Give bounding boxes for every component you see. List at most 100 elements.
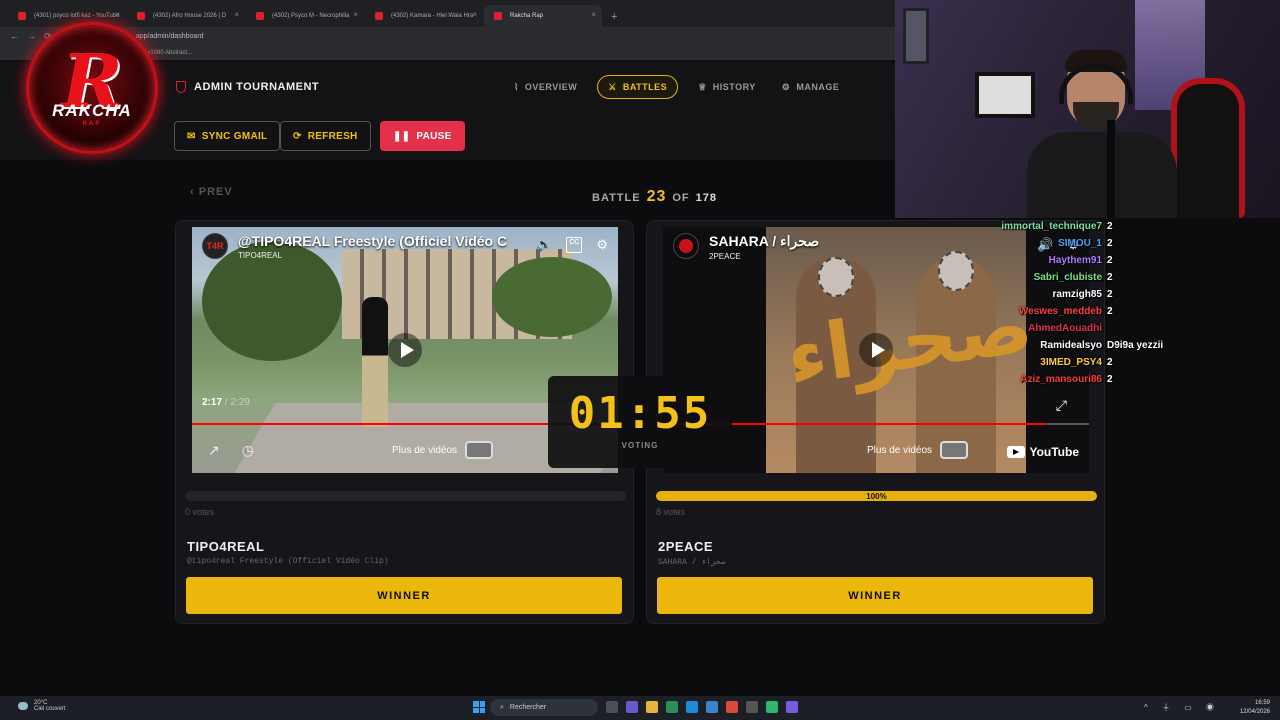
vote-progress-fill: 100% (656, 491, 1097, 501)
channel-name[interactable]: 2PEACE (709, 252, 819, 261)
close-tab-icon[interactable]: × (591, 10, 596, 19)
video-title[interactable]: @TIPO4REAL Freestyle (Officiel Vidéo C (238, 233, 507, 249)
speedometer-icon[interactable] (746, 701, 758, 713)
bookmark-item[interactable]: 1x1080 Abstract... (144, 50, 192, 56)
video-time: 2:17 / 2:29 (202, 397, 250, 408)
stream-chat-overlay: immortal_technique7 2 SIMOU_1 2 Haythem91 2 Sa… (996, 218, 1176, 388)
new-tab-button[interactable]: + (603, 11, 625, 27)
channel-avatar[interactable] (673, 233, 699, 259)
windows-taskbar: 20°C Ciel couvert ⌕ Rechercher ^ ⏚ ▭ ◉ 16:… (0, 696, 1280, 720)
browser-tabstrip: (4301) psyco lotfi kaz - YouTube × (4302)… (0, 0, 895, 27)
discord-icon[interactable] (786, 701, 798, 713)
main-nav: ⌇ OVERVIEW ⚔ BATTLES ♕ HISTORY ⚙ MANAGE (508, 75, 845, 99)
chat-message: Haythem91 2 (996, 252, 1176, 269)
cloud-icon (18, 702, 28, 710)
edge-icon[interactable] (686, 701, 698, 713)
youtube-icon (1007, 446, 1026, 458)
system-tray[interactable]: ^ ⏚ ▭ ◉ (1144, 702, 1220, 713)
pause-button[interactable]: ❚❚ PAUSE (380, 121, 465, 151)
browser-tab-active[interactable]: Rakcha Rap × (484, 5, 602, 27)
chat-text: 2 (1107, 289, 1113, 300)
chat-message: Sabri_clubiste 2 (996, 269, 1176, 286)
contestant-subtitle: SAHARA / صحراء (658, 558, 726, 567)
admin-title-text: ADMIN TOURNAMENT (194, 81, 320, 93)
nav-history[interactable]: ♕ HISTORY (692, 75, 762, 99)
file-explorer-icon[interactable] (646, 701, 658, 713)
windows-start-icon[interactable] (473, 701, 485, 713)
browser-tab[interactable]: (4302) Afro House 2026 | D × (127, 5, 245, 27)
mail-icon: ✉ (187, 130, 196, 142)
play-button[interactable] (388, 333, 422, 367)
close-tab-icon[interactable]: × (234, 10, 239, 19)
fullscreen-icon[interactable]: ⤢ (1056, 397, 1067, 414)
app-icon[interactable] (766, 701, 778, 713)
task-view-icon[interactable] (606, 701, 618, 713)
captions-icon[interactable]: CC (566, 237, 583, 253)
logo-name: RAKCHA (52, 101, 132, 120)
channel-avatar[interactable]: T4R (202, 233, 228, 259)
chat-text: 2 (1107, 221, 1113, 232)
chat-username: Weswes_meddeb (1018, 306, 1102, 317)
volume-icon[interactable]: 🔊 (536, 237, 552, 253)
address-text: ...app/admin/dashboard (130, 32, 204, 40)
youtube-favicon-icon (375, 12, 383, 20)
chat-message: AhmedAouadhi (996, 320, 1176, 337)
more-videos-button[interactable]: Plus de vidéos (392, 441, 494, 459)
chat-username: ramzigh85 (1052, 289, 1102, 300)
store-icon[interactable] (666, 701, 678, 713)
contestant-subtitle: @tipo4real Freestyle (Officiel Vidéo Cli… (187, 557, 389, 566)
contestant-name: 2PEACE (658, 539, 714, 554)
taskbar-search[interactable]: ⌕ Rechercher (490, 699, 598, 716)
chat-message: 3IMED_PSY4 2 (996, 354, 1176, 371)
chat-message: Ramidealsyo D9i9a yezzii (996, 337, 1176, 354)
battle-current: 23 (646, 188, 667, 205)
taskbar-clock[interactable]: 16:59 12/04/2026 (1240, 699, 1270, 717)
play-button[interactable] (859, 333, 893, 367)
close-tab-icon[interactable]: × (115, 10, 120, 19)
sync-gmail-button[interactable]: ✉ SYNC GMAIL (174, 121, 281, 151)
watch-later-icon[interactable]: ◷ (242, 442, 254, 459)
refresh-button[interactable]: ⟳ REFRESH (280, 121, 371, 151)
trophy-icon: ♕ (698, 81, 707, 92)
streamer-webcam (895, 0, 1280, 218)
chat-message: ramzigh85 2 (996, 286, 1176, 303)
chat-message: immortal_technique7 2 (996, 218, 1176, 235)
refresh-icon: ⟳ (293, 130, 302, 142)
winner-button[interactable]: WINNER (186, 577, 622, 614)
share-icon[interactable]: ↗ (208, 442, 220, 459)
video-title[interactable]: SAHARA / صحراء (709, 233, 819, 250)
activity-icon: ⌇ (514, 81, 519, 92)
youtube-favicon-icon (18, 12, 26, 20)
chrome-icon[interactable] (726, 701, 738, 713)
teams-icon[interactable] (626, 701, 638, 713)
chat-text: 2 (1107, 306, 1113, 317)
mail-app-icon[interactable] (706, 701, 718, 713)
prev-battle-button[interactable]: ‹ PREV (190, 186, 233, 198)
logo-sub: RAP (82, 121, 102, 127)
nav-manage[interactable]: ⚙ MANAGE (776, 75, 846, 99)
chat-text: 2 (1107, 272, 1113, 283)
nav-overview[interactable]: ⌇ OVERVIEW (508, 75, 583, 99)
gear-icon: ⚙ (781, 81, 791, 92)
close-tab-icon[interactable]: × (353, 10, 358, 19)
settings-gear-icon[interactable]: ⚙ (596, 237, 608, 253)
browser-tab[interactable]: (4302) Psyco M - Necrophilia × (246, 5, 364, 27)
more-videos-button[interactable]: Plus de vidéos (867, 441, 969, 459)
browser-tab[interactable]: (4302) Kamara - Hlel Wala Hra × (365, 5, 483, 27)
chat-message: Weswes_meddeb 2 (996, 303, 1176, 320)
voting-timer: 01:55 VOTING (548, 376, 732, 468)
youtube-favicon-icon (256, 12, 264, 20)
timer-label: VOTING (621, 441, 659, 450)
vote-count: 0 votes (185, 507, 215, 517)
swords-icon: ⚔ (608, 81, 617, 92)
weather-widget[interactable]: 20°C Ciel couvert (18, 700, 66, 712)
vote-progress-bar: 100% (656, 491, 1097, 501)
youtube-logo[interactable]: YouTube (1007, 445, 1079, 459)
channel-name[interactable]: TIPO4REAL (238, 251, 507, 260)
chat-username: AhmedAouadhi (1028, 323, 1102, 334)
close-tab-icon[interactable]: × (472, 10, 477, 19)
nav-battles[interactable]: ⚔ BATTLES (597, 75, 679, 99)
youtube-favicon-icon (137, 12, 145, 20)
winner-button[interactable]: WINNER (657, 577, 1093, 614)
chat-username: Haythem91 (1048, 255, 1102, 266)
